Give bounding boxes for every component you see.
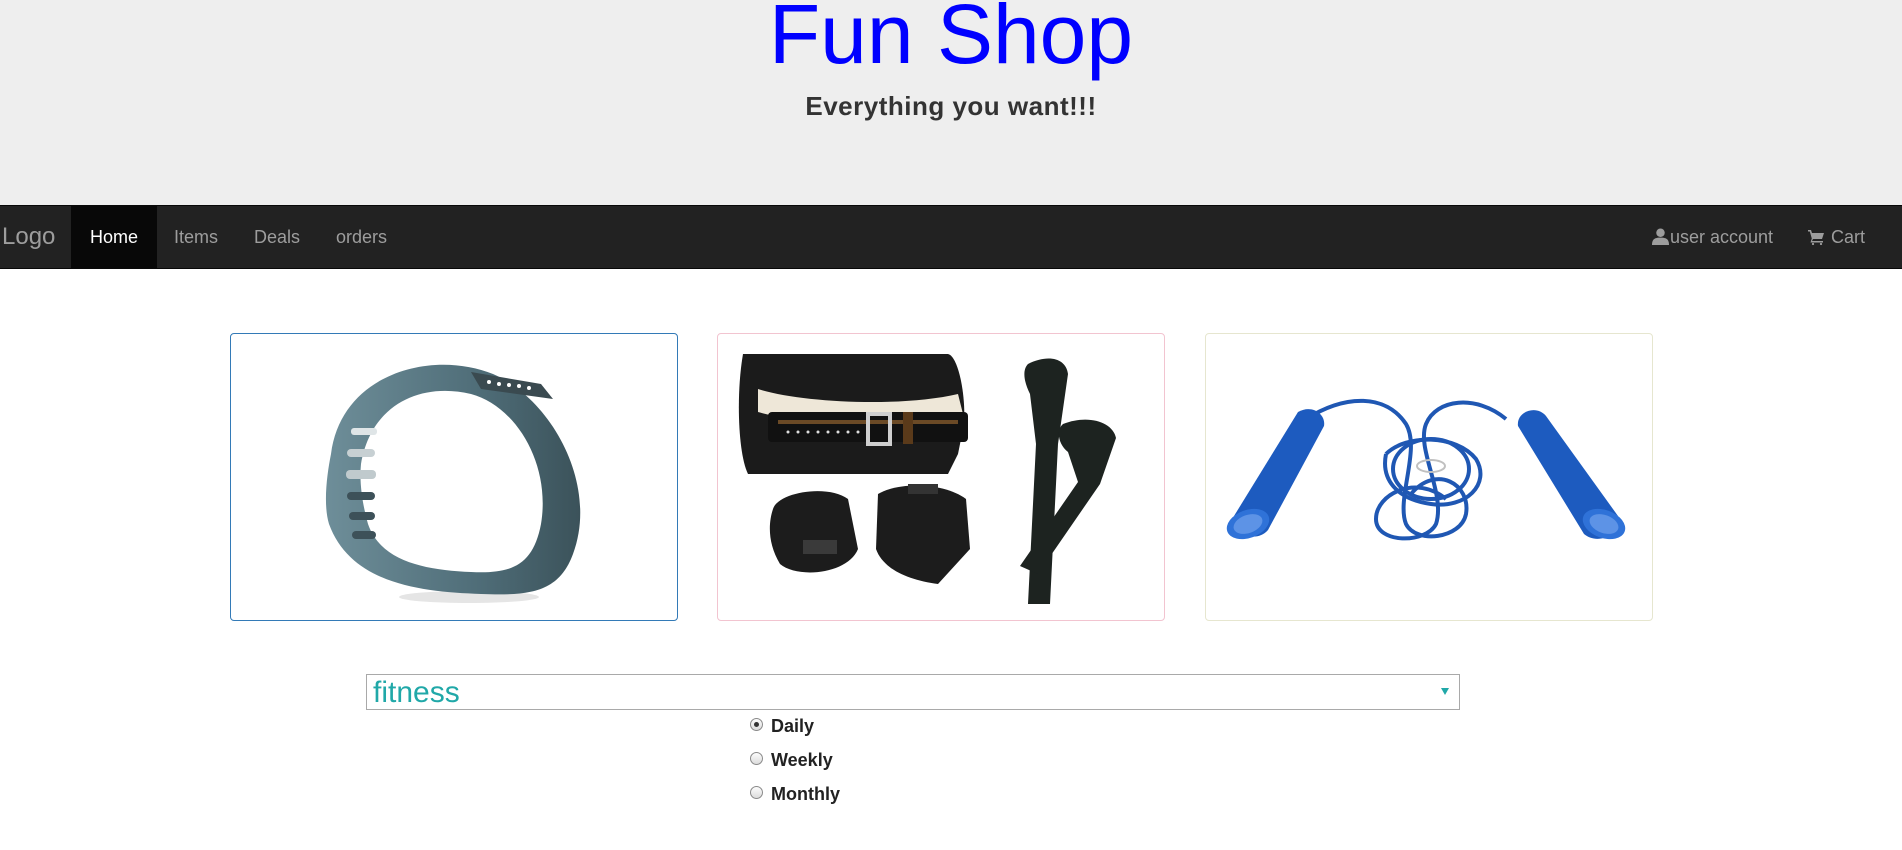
nav-item-deals[interactable]: Deals — [235, 206, 319, 268]
product-card-3[interactable] — [1205, 333, 1653, 621]
radio-weekly-label: Weekly — [771, 750, 833, 770]
nav-item-orders[interactable]: orders — [317, 206, 406, 268]
site-tagline: Everything you want!!! — [805, 91, 1097, 121]
site-title: Fun Shop — [768, 0, 1134, 81]
fitness-band-image — [325, 364, 581, 603]
chevron-down-icon — [1441, 688, 1449, 695]
product-card-1[interactable] — [230, 333, 678, 621]
lifting-gear-image — [738, 354, 1116, 604]
category-select-value: fitness — [373, 676, 460, 709]
navbar-brand-logo[interactable]: Logo — [2, 206, 55, 268]
nav-cart-label: Cart — [1831, 227, 1866, 247]
radio-monthly[interactable] — [750, 786, 763, 799]
nav-user-account[interactable]: user account — [1652, 206, 1773, 268]
radio-daily-label: Daily — [771, 716, 815, 736]
user-icon — [1652, 228, 1669, 245]
header-banner: Fun Shop Everything you want!!! — [0, 0, 1902, 205]
radio-weekly[interactable] — [750, 752, 763, 765]
cart-icon — [1808, 230, 1824, 246]
jump-rope-image — [1226, 398, 1626, 541]
nav-user-account-label: user account — [1670, 227, 1774, 247]
product-card-2[interactable] — [717, 333, 1165, 621]
radio-monthly-label: Monthly — [771, 784, 840, 804]
nav-cart[interactable]: Cart — [1808, 206, 1865, 268]
top-navbar: Logo Home Items Deals orders user accoun… — [0, 205, 1902, 269]
category-select[interactable]: fitness — [366, 674, 1460, 710]
radio-daily[interactable] — [750, 718, 763, 731]
nav-item-home[interactable]: Home — [71, 206, 158, 268]
nav-item-items[interactable]: Items — [155, 206, 237, 268]
